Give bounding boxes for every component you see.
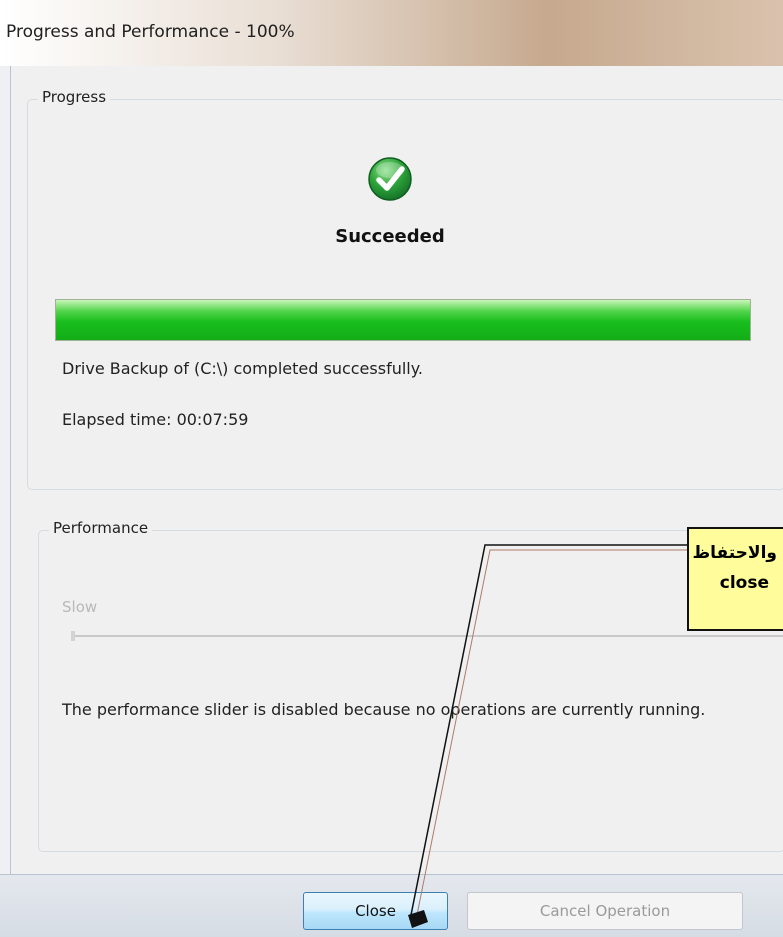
window-title: Progress and Performance - 100%: [6, 22, 295, 42]
cancel-operation-button[interactable]: Cancel Operation: [467, 892, 743, 930]
progress-group-label: Progress: [38, 88, 111, 106]
progress-bar-fill: [56, 300, 750, 340]
title-bar[interactable]: Progress and Performance - 100%: [0, 0, 783, 66]
completion-message: Drive Backup of (C:\) completed successf…: [62, 359, 424, 378]
performance-group: Performance: [38, 519, 783, 852]
annotation-line-2: close: [719, 573, 769, 593]
performance-slider[interactable]: [73, 635, 783, 637]
progress-bar: [55, 299, 751, 341]
close-button[interactable]: Close: [303, 892, 448, 930]
progress-window: Progress and Performance - 100% Progress…: [0, 0, 783, 937]
performance-slider-thumb[interactable]: [71, 631, 75, 641]
slider-label-slow: Slow: [62, 598, 98, 616]
elapsed-time: Elapsed time: 00:07:59: [62, 410, 249, 429]
annotation-callout: والاحتفاظ close: [687, 527, 783, 631]
success-check-icon: [368, 157, 412, 201]
performance-disabled-message: The performance slider is disabled becau…: [62, 700, 706, 719]
performance-group-label: Performance: [49, 519, 153, 537]
annotation-line-1: والاحتفاظ: [692, 543, 777, 563]
status-text: Succeeded: [335, 226, 445, 247]
